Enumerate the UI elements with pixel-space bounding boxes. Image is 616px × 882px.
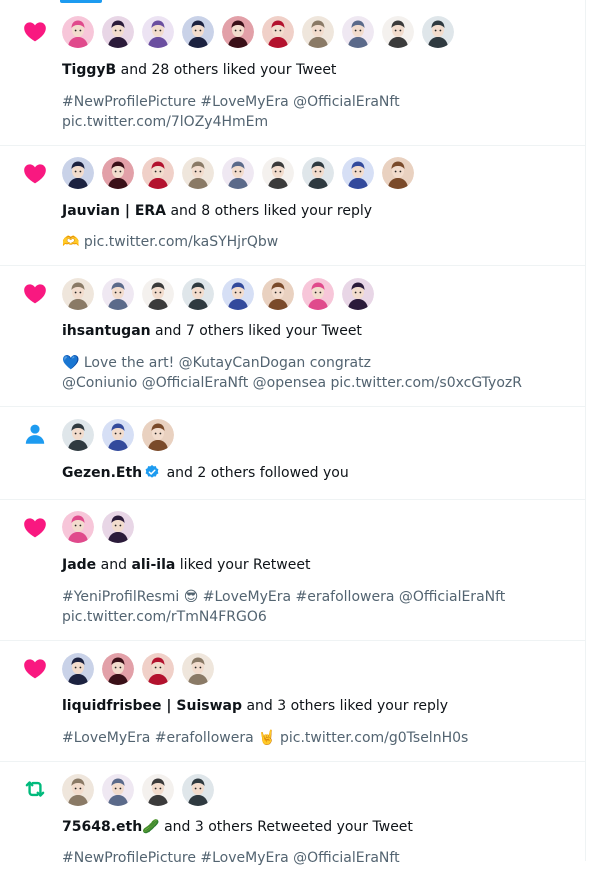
avatar[interactable] (102, 511, 134, 543)
avatar[interactable] (342, 16, 374, 48)
tweet-snippet[interactable]: 🫶 pic.twitter.com/kaSYHjrQbw (62, 232, 572, 252)
tweet-snippet[interactable]: 💙 Love the art! @KutayCanDogan congratz … (62, 353, 577, 393)
verified-badge-icon (144, 464, 160, 480)
user-name-link[interactable]: ihsantugan (62, 323, 151, 339)
heart-icon (22, 280, 48, 306)
notification-action-text: and 2 others followed you (162, 465, 349, 481)
avatar[interactable] (182, 157, 214, 189)
avatar-row (62, 511, 134, 543)
avatar[interactable] (62, 16, 94, 48)
notification-action-text: and 3 others Retweeted your Tweet (159, 819, 413, 835)
avatar[interactable] (62, 774, 94, 806)
avatar[interactable] (422, 16, 454, 48)
avatar-row (62, 774, 214, 806)
heart-icon (22, 18, 48, 44)
avatar[interactable] (102, 774, 134, 806)
notification-headline: ihsantugan and 7 others liked your Tweet (62, 322, 362, 340)
avatar[interactable] (302, 278, 334, 310)
avatar[interactable] (222, 157, 254, 189)
avatar[interactable] (142, 774, 174, 806)
notification-action-text: and 8 others liked your reply (166, 203, 373, 219)
user-name-link[interactable]: Jauvian | ERA (62, 203, 166, 219)
user-name-link[interactable]: TiggyB (62, 62, 116, 78)
avatar[interactable] (142, 419, 174, 451)
notification-headline: Jade and ali-ila liked your Retweet (62, 556, 310, 574)
heart-icon (22, 655, 48, 681)
avatar[interactable] (62, 157, 94, 189)
heart-icon (22, 514, 48, 540)
tweet-snippet[interactable]: #NewProfilePicture #LoveMyEra @OfficialE… (62, 848, 572, 868)
user-name-link[interactable]: Jade (62, 557, 96, 573)
avatar[interactable] (342, 278, 374, 310)
notification-item[interactable]: 75648.eth🥒 and 3 others Retweeted your T… (0, 762, 585, 882)
user-name-link[interactable]: liquidfrisbee | Suiswap (62, 698, 242, 714)
avatar[interactable] (62, 511, 94, 543)
avatar[interactable] (182, 653, 214, 685)
tweet-snippet[interactable]: #LoveMyEra #erafollowera 🤘 pic.twitter.c… (62, 728, 572, 748)
avatar[interactable] (382, 157, 414, 189)
notification-item[interactable]: TiggyB and 28 others liked your Tweet #N… (0, 0, 585, 146)
notification-headline: Jauvian | ERA and 8 others liked your re… (62, 202, 372, 220)
notification-action-text: and (96, 557, 132, 573)
avatar[interactable] (382, 16, 414, 48)
avatar[interactable] (302, 16, 334, 48)
avatar[interactable] (222, 16, 254, 48)
notification-action-text: and 7 others liked your Tweet (150, 323, 362, 339)
notification-headline: 75648.eth🥒 and 3 others Retweeted your T… (62, 818, 413, 836)
avatar[interactable] (302, 157, 334, 189)
avatar[interactable] (262, 16, 294, 48)
user-name-link[interactable]: ali-ila (131, 557, 175, 573)
avatar[interactable] (182, 16, 214, 48)
avatar[interactable] (142, 157, 174, 189)
avatar[interactable] (102, 419, 134, 451)
user-name-link[interactable]: Gezen.Eth (62, 465, 142, 481)
heart-icon (22, 160, 48, 186)
notification-headline: TiggyB and 28 others liked your Tweet (62, 61, 336, 79)
avatar[interactable] (102, 653, 134, 685)
avatar[interactable] (262, 157, 294, 189)
avatar-row (62, 653, 214, 685)
avatar-row (62, 157, 414, 189)
avatar[interactable] (222, 278, 254, 310)
avatar[interactable] (342, 157, 374, 189)
retweet-icon (22, 776, 48, 802)
avatar-row (62, 16, 454, 48)
notification-item[interactable]: liquidfrisbee | Suiswap and 3 others lik… (0, 641, 585, 762)
notification-headline: liquidfrisbee | Suiswap and 3 others lik… (62, 697, 448, 715)
avatar[interactable] (102, 157, 134, 189)
notification-item[interactable]: Jade and ali-ila liked your Retweet #Yen… (0, 500, 585, 641)
avatar[interactable] (62, 278, 94, 310)
avatar[interactable] (62, 653, 94, 685)
avatar[interactable] (182, 278, 214, 310)
notification-headline: Gezen.Eth and 2 others followed you (62, 464, 349, 482)
tweet-snippet[interactable]: #YeniProfilResmi 😎 #LoveMyEra #erafollow… (62, 587, 572, 627)
person-icon (22, 421, 48, 447)
user-name-link[interactable]: 75648.eth🥒 (62, 819, 160, 835)
avatar[interactable] (142, 278, 174, 310)
notification-action-text: and 28 others liked your Tweet (116, 62, 337, 78)
avatar[interactable] (262, 278, 294, 310)
avatar[interactable] (102, 278, 134, 310)
avatar-row (62, 278, 374, 310)
notification-item[interactable]: Jauvian | ERA and 8 others liked your re… (0, 146, 585, 266)
notification-item[interactable]: ihsantugan and 7 others liked your Tweet… (0, 266, 585, 407)
notification-item[interactable]: Gezen.Eth and 2 others followed you (0, 407, 585, 500)
avatar[interactable] (142, 16, 174, 48)
notification-action-text: and 3 others liked your reply (242, 698, 449, 714)
avatar[interactable] (62, 419, 94, 451)
avatar[interactable] (142, 653, 174, 685)
avatar[interactable] (182, 774, 214, 806)
notification-action-text: liked your Retweet (175, 557, 311, 573)
notifications-feed: TiggyB and 28 others liked your Tweet #N… (0, 0, 586, 866)
avatar[interactable] (102, 16, 134, 48)
tweet-snippet[interactable]: #NewProfilePicture #LoveMyEra @OfficialE… (62, 92, 572, 132)
avatar-row (62, 419, 174, 451)
